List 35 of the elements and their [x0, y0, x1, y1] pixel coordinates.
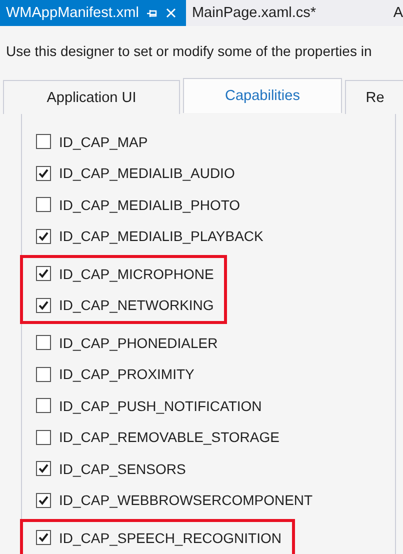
capability-label: ID_CAP_MEDIALIB_PHOTO [59, 196, 240, 213]
checkbox[interactable] [36, 461, 51, 476]
checkbox[interactable] [36, 398, 51, 414]
tab[interactable]: Application UI [3, 80, 180, 114]
checkbox[interactable] [36, 166, 51, 181]
checkbox[interactable] [36, 530, 51, 546]
capability-label: ID_CAP_MICROPHONE [59, 266, 214, 282]
capability-label: ID_CAP_PROXIMITY [59, 366, 194, 382]
document-tab[interactable]: A [387, 0, 403, 26]
tab[interactable]: Capabilities [183, 78, 342, 113]
capability-label: ID_CAP_MEDIALIB_PLAYBACK [59, 228, 264, 244]
capability-label: ID_CAP_SPEECH_RECOGNITION [59, 530, 282, 546]
capability-label: ID_CAP_NETWORKING [59, 297, 214, 314]
checkbox[interactable] [36, 266, 51, 282]
capability-label: ID_CAP_PUSH_NOTIFICATION [59, 398, 262, 414]
checkbox[interactable] [36, 335, 51, 350]
checkbox[interactable] [36, 430, 51, 445]
checkbox[interactable] [36, 228, 51, 244]
capability-label: ID_CAP_SENSORS [59, 460, 186, 477]
description-text: Use this designer to set or modify some of the properties in [6, 43, 372, 59]
capability-label: ID_CAP_MEDIALIB_AUDIO [59, 165, 235, 182]
capability-label: ID_CAP_PHONEDIALER [59, 334, 218, 351]
pin-icon[interactable] [146, 8, 158, 18]
checkbox[interactable] [36, 197, 51, 212]
document-tab[interactable]: WMAppManifest.xml [0, 0, 186, 26]
capability-label: ID_CAP_REMOVABLE_STORAGE [59, 429, 280, 446]
checkbox[interactable] [36, 134, 51, 150]
capability-label: ID_CAP_MAP [59, 134, 148, 150]
capability-label: ID_CAP_WEBBROWSERCOMPONENT [59, 492, 313, 508]
tab[interactable]: Re [345, 80, 403, 114]
checkbox[interactable] [36, 298, 51, 313]
close-icon[interactable] [166, 8, 176, 18]
checkbox[interactable] [36, 366, 51, 382]
checkbox[interactable] [36, 492, 51, 508]
document-tab[interactable]: MainPage.xaml.cs* [186, 0, 322, 26]
